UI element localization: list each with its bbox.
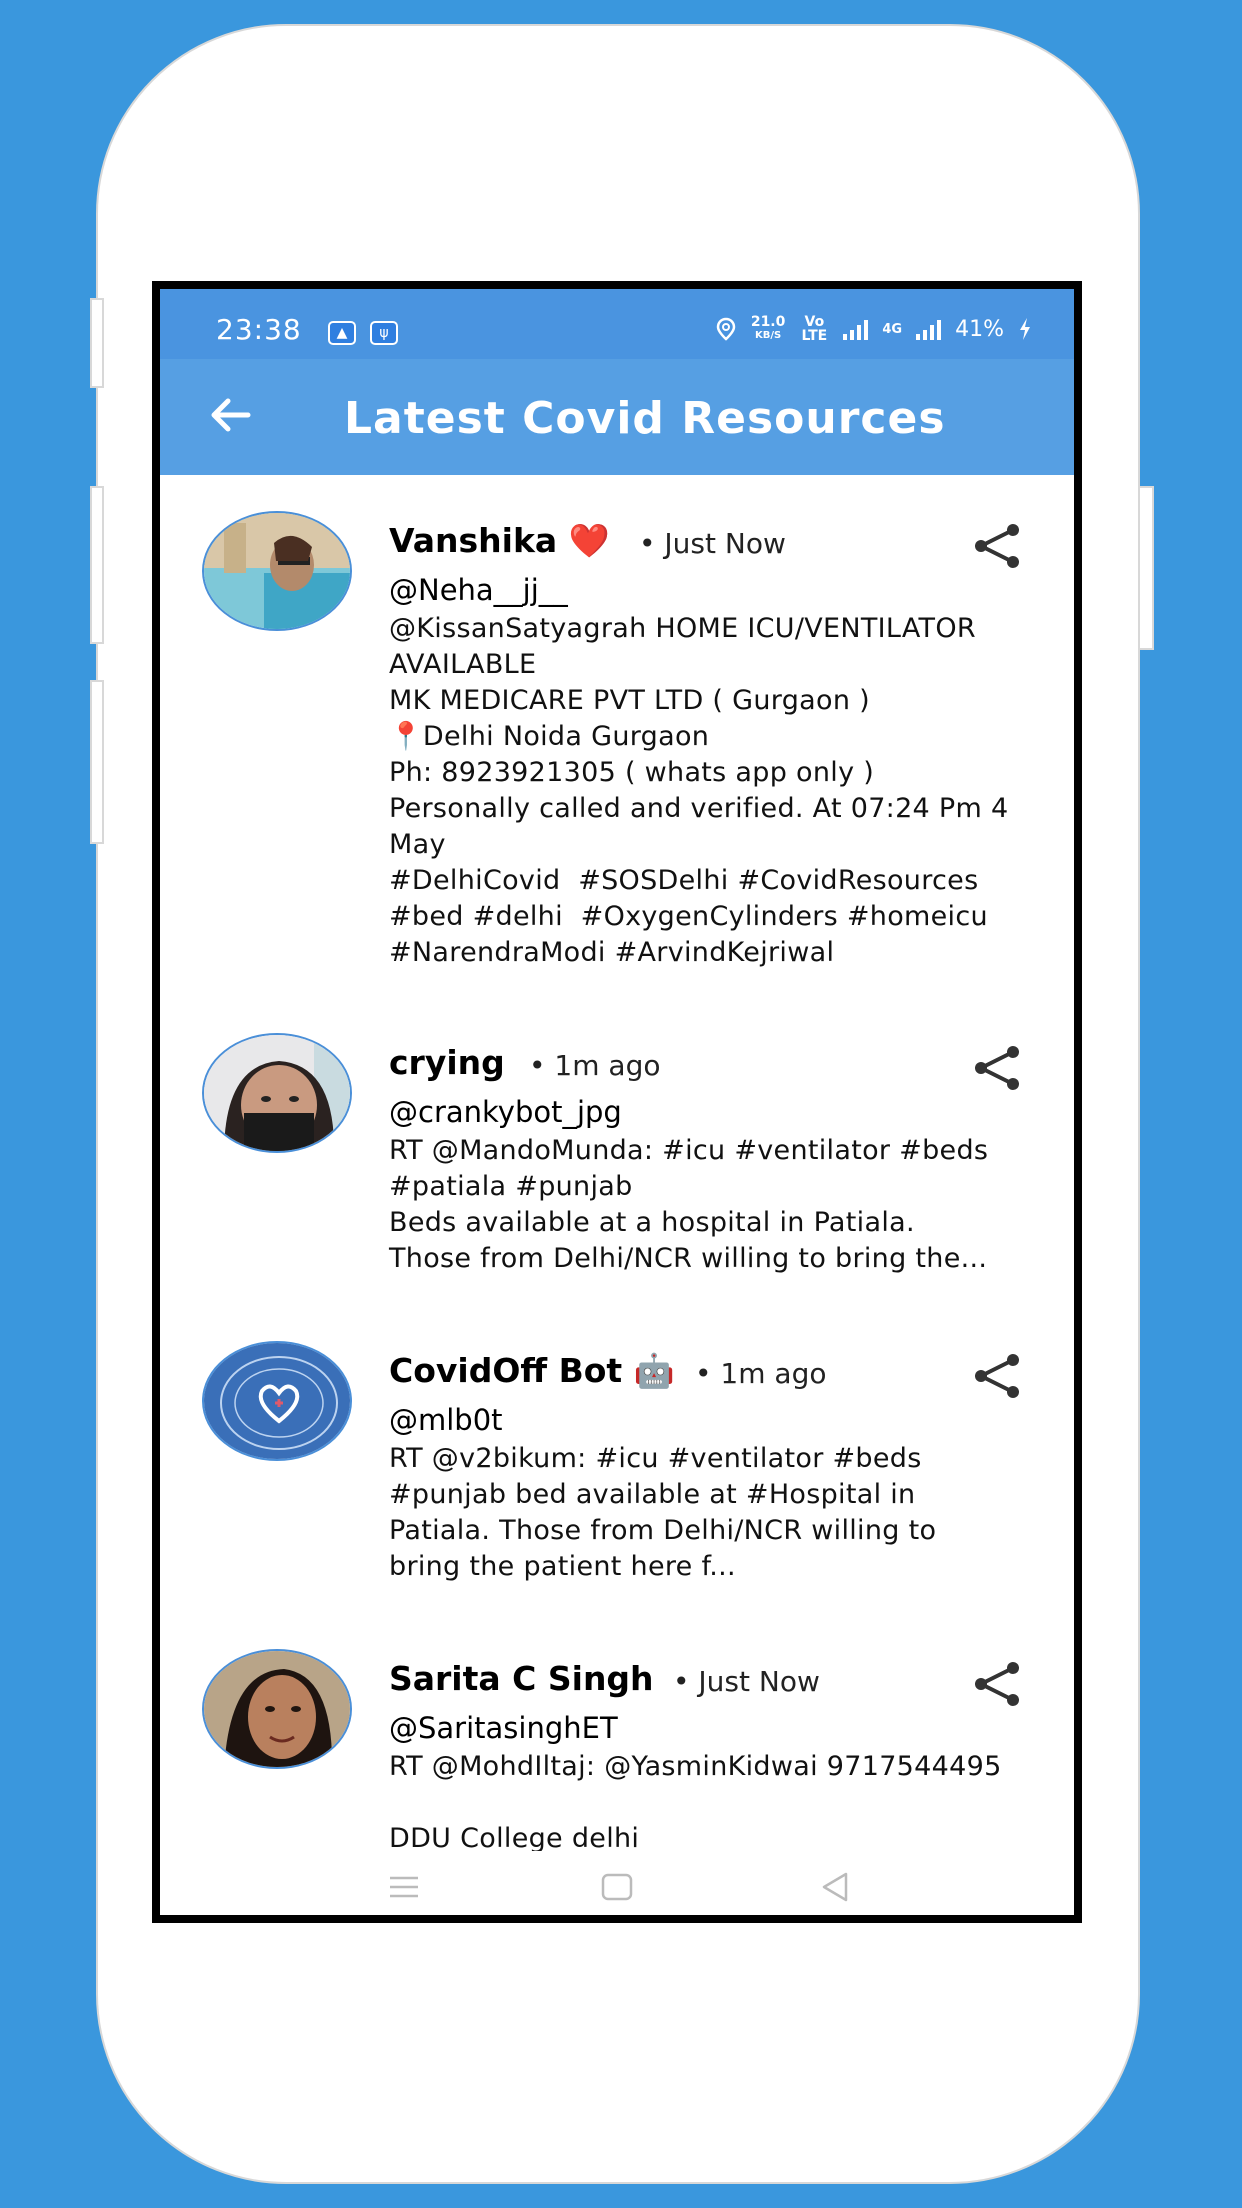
post-time: • 1m ago [695,1357,827,1390]
post-author: CovidOff Bot 🤖 [389,1351,675,1390]
status-time: 23:38 [216,313,302,346]
post-text: RT @v2bikum: #icu #ventilator #beds #pun… [389,1443,937,1582]
app-bar: Latest Covid Resources [160,359,1074,475]
arrow-left-icon [211,398,251,432]
avatar[interactable] [202,1033,352,1153]
network-type: 4G [882,321,903,337]
post-author: Vanshika ❤️ [389,521,610,560]
side-button-left-3 [90,680,104,844]
share-icon[interactable] [971,1043,1023,1093]
post-text: @KissanSatyagrah HOME ICU/VENTILATOR AVA… [389,613,1009,968]
post-text: RT @MandoMunda: #icu #ventilator #beds #… [389,1135,989,1274]
home-square-icon[interactable] [597,1869,637,1905]
post-body: CovidOff Bot 🤖 • 1m ago @mlb0t RT @v2bik… [389,1341,1049,1585]
post-author: Sarita C Singh [389,1659,654,1698]
avatar[interactable] [202,1341,352,1461]
post-handle[interactable]: @Neha__jj__ [389,569,1049,611]
signal-2-icon [916,318,942,340]
side-button-right [1138,486,1154,650]
post-handle[interactable]: @SaritasinghET [389,1707,1049,1749]
post-text: RT @MohdIltaj: @YasminKidwai 9717544495 … [389,1751,1002,1851]
volte-indicator: Vo LTE [801,314,828,344]
location-icon [716,317,736,341]
avatar[interactable] [202,511,352,631]
menu-icon[interactable] [384,1869,424,1905]
post-body: Vanshika ❤️ • Just Now @Neha__jj__ @Kiss… [389,511,1049,971]
network-speed: 21.0 KB/S [751,315,786,343]
status-right-icons: 21.0 KB/S Vo LTE 4G 41% [715,315,1032,343]
signal-1-icon [843,318,869,340]
share-icon[interactable] [971,1351,1023,1401]
avatar[interactable] [202,1649,352,1769]
share-icon[interactable] [971,521,1023,571]
android-notification-icon: ▲ [328,321,356,345]
back-button[interactable] [204,391,256,443]
post-body: crying • 1m ago @crankybot_jpg RT @Mando… [389,1033,1049,1277]
battery-percent: 41% [955,316,1004,342]
network-speed-unit: KB/S [754,330,782,341]
system-nav-bar [160,1851,1074,1915]
post-header: Vanshika ❤️ • Just Now [389,511,1049,568]
side-button-left-2 [90,486,104,644]
post-time: • 1m ago [529,1049,661,1082]
post-feed[interactable]: Vanshika ❤️ • Just Now @Neha__jj__ @Kiss… [160,475,1074,1851]
network-speed-value: 21.0 [750,314,786,330]
charging-icon [1020,318,1030,340]
post-author: crying [389,1043,505,1082]
status-bar: 23:38 ▲ ψ 21.0 KB/S Vo LTE 4G 41% [160,289,1074,359]
post-time: • Just Now [639,527,786,560]
post-body: Sarita C Singh • Just Now @SaritasinghET… [389,1649,1049,1851]
post-header: CovidOff Bot 🤖 • 1m ago [389,1341,1049,1398]
post-header: Sarita C Singh • Just Now [389,1649,1049,1706]
back-triangle-icon[interactable] [816,1869,856,1905]
post-header: crying • 1m ago [389,1033,1049,1090]
side-button-left-1 [90,298,104,388]
page-title: Latest Covid Resources [344,393,946,444]
post-handle[interactable]: @crankybot_jpg [389,1091,1049,1133]
post-handle[interactable]: @mlb0t [389,1399,1049,1441]
post-time: • Just Now [673,1665,820,1698]
device-screen: 23:38 ▲ ψ 21.0 KB/S Vo LTE 4G 41% Latest… [152,281,1082,1923]
usb-notification-icon: ψ [370,321,398,345]
share-icon[interactable] [971,1659,1023,1709]
